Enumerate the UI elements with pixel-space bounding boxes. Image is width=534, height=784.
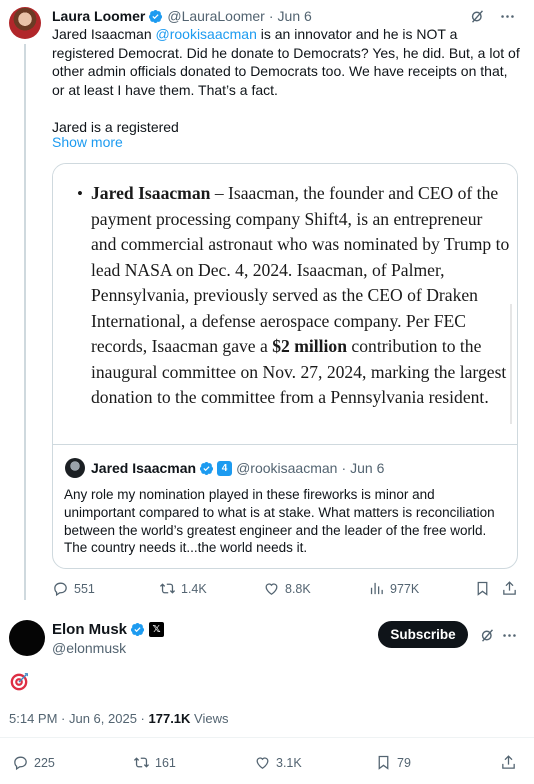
views-count: 977K xyxy=(390,581,420,596)
avatar[interactable] xyxy=(9,7,41,39)
author-handle[interactable]: @elonmusk xyxy=(52,640,126,656)
tweet-text: Jared Isaacman @rookisaacman is an innov… xyxy=(52,25,522,136)
grok-icon[interactable] xyxy=(478,626,496,644)
repost-icon xyxy=(159,583,176,594)
document-screenshot-image[interactable]: • Jared Isaacman – Isaacman, the founder… xyxy=(53,164,517,444)
main-tweet[interactable]: Elon Musk 𝕏 @elonmusk Subscribe 5:14 PM … xyxy=(0,612,534,784)
x-affiliate-badge[interactable]: 𝕏 xyxy=(149,622,165,637)
views-count: 177.1K xyxy=(148,711,191,726)
repost-count: 1.4K xyxy=(181,581,207,596)
nested-quote-card[interactable]: Jared Isaacman 4 @rookisaacman · Jun 6 A… xyxy=(53,444,517,568)
share-icon xyxy=(502,755,515,769)
divider xyxy=(0,737,534,738)
tweet-header: Laura Loomer @LauraLoomer · Jun 6 xyxy=(52,7,312,25)
verified-badge-icon xyxy=(130,622,145,637)
reply-icon xyxy=(14,756,27,771)
bookmark-icon xyxy=(378,755,389,770)
separator-dot: · xyxy=(136,711,149,726)
show-more-link[interactable]: Show more xyxy=(52,134,123,150)
like-count: 8.8K xyxy=(285,581,311,596)
affiliate-badge[interactable]: 4 xyxy=(217,460,233,476)
separator-dot: · xyxy=(57,711,69,726)
document-text-part1: – Isaacman, the founder and CEO of the p… xyxy=(91,183,510,356)
tweet-top-actions xyxy=(468,7,516,25)
document-bold-name: Jared Isaacman xyxy=(91,183,211,203)
tweet-action-bar: 225 161 3.1K 79 xyxy=(12,754,522,776)
verified-badge-icon xyxy=(200,461,214,475)
document-scroll-line xyxy=(510,304,512,424)
media-card[interactable]: • Jared Isaacman – Isaacman, the founder… xyxy=(52,163,518,569)
tweet-text-start: Jared Isaacman xyxy=(52,26,156,42)
like-button[interactable]: 3.1K xyxy=(254,754,302,771)
direct-hit-target-icon xyxy=(10,673,28,691)
share-button[interactable] xyxy=(500,754,517,771)
reply-button[interactable]: 551 xyxy=(52,580,95,597)
avatar[interactable] xyxy=(9,620,45,656)
author-handle[interactable]: @LauraLoomer xyxy=(167,8,265,24)
views-chart-icon xyxy=(370,582,383,595)
heart-icon xyxy=(256,757,269,769)
tweet-date[interactable]: Jun 6, 2025 xyxy=(69,711,137,726)
more-options-icon[interactable] xyxy=(500,626,518,644)
quoted-tweet[interactable]: Laura Loomer @LauraLoomer · Jun 6 Jared … xyxy=(0,0,534,612)
tweet-header: Elon Musk 𝕏 xyxy=(52,621,165,638)
verified-badge-icon xyxy=(149,9,163,23)
bookmark-count: 79 xyxy=(397,755,411,770)
repost-button[interactable]: 1.4K xyxy=(159,580,207,597)
mention-link[interactable]: @rookisaacman xyxy=(156,26,257,42)
more-options-icon[interactable] xyxy=(498,7,516,25)
share-button[interactable] xyxy=(501,580,518,597)
tweet-date[interactable]: Jun 6 xyxy=(350,460,384,476)
reply-count: 551 xyxy=(74,581,95,596)
reply-count: 225 xyxy=(34,755,55,770)
heart-icon xyxy=(265,583,278,595)
author-name[interactable]: Elon Musk xyxy=(52,621,127,638)
tweet-time[interactable]: 5:14 PM xyxy=(9,711,57,726)
nested-quote-text: Any role my nomination played in these f… xyxy=(64,487,495,556)
bullet-glyph: • xyxy=(77,184,83,203)
document-text: Jared Isaacman – Isaacman, the founder a… xyxy=(91,181,511,411)
repost-button[interactable]: 161 xyxy=(133,754,176,771)
bookmark-button[interactable] xyxy=(474,580,491,597)
reply-icon xyxy=(54,582,67,597)
views-label: Views xyxy=(190,711,229,726)
bookmark-icon xyxy=(477,581,488,596)
author-name[interactable]: Jared Isaacman xyxy=(91,460,196,476)
tweet-timestamp-views: 5:14 PM · Jun 6, 2025 · 177.1K Views xyxy=(9,711,228,726)
share-icon xyxy=(503,581,516,595)
grok-icon[interactable] xyxy=(468,7,486,25)
repost-count: 161 xyxy=(155,755,176,770)
views-button[interactable]: 977K xyxy=(368,580,419,597)
avatar[interactable] xyxy=(65,458,85,478)
repost-icon xyxy=(133,757,150,768)
separator-dot: · xyxy=(268,8,274,24)
subscribe-button[interactable]: Subscribe xyxy=(378,621,468,648)
document-bold-amount: $2 million xyxy=(272,336,348,356)
like-count: 3.1K xyxy=(276,755,302,770)
like-button[interactable]: 8.8K xyxy=(263,580,311,597)
reply-button[interactable]: 225 xyxy=(12,754,55,771)
separator-dot: · xyxy=(341,460,347,476)
author-name[interactable]: Laura Loomer xyxy=(52,8,145,24)
author-handle[interactable]: @rookisaacman xyxy=(236,460,337,476)
bookmark-button[interactable]: 79 xyxy=(375,754,411,771)
tweet-action-bar: 551 1.4K 8.8K 977K xyxy=(52,580,522,602)
tweet-date[interactable]: Jun 6 xyxy=(278,8,312,24)
nested-quote-header: Jared Isaacman 4 @rookisaacman · Jun 6 xyxy=(91,458,384,478)
thread-connector-line xyxy=(24,44,26,600)
